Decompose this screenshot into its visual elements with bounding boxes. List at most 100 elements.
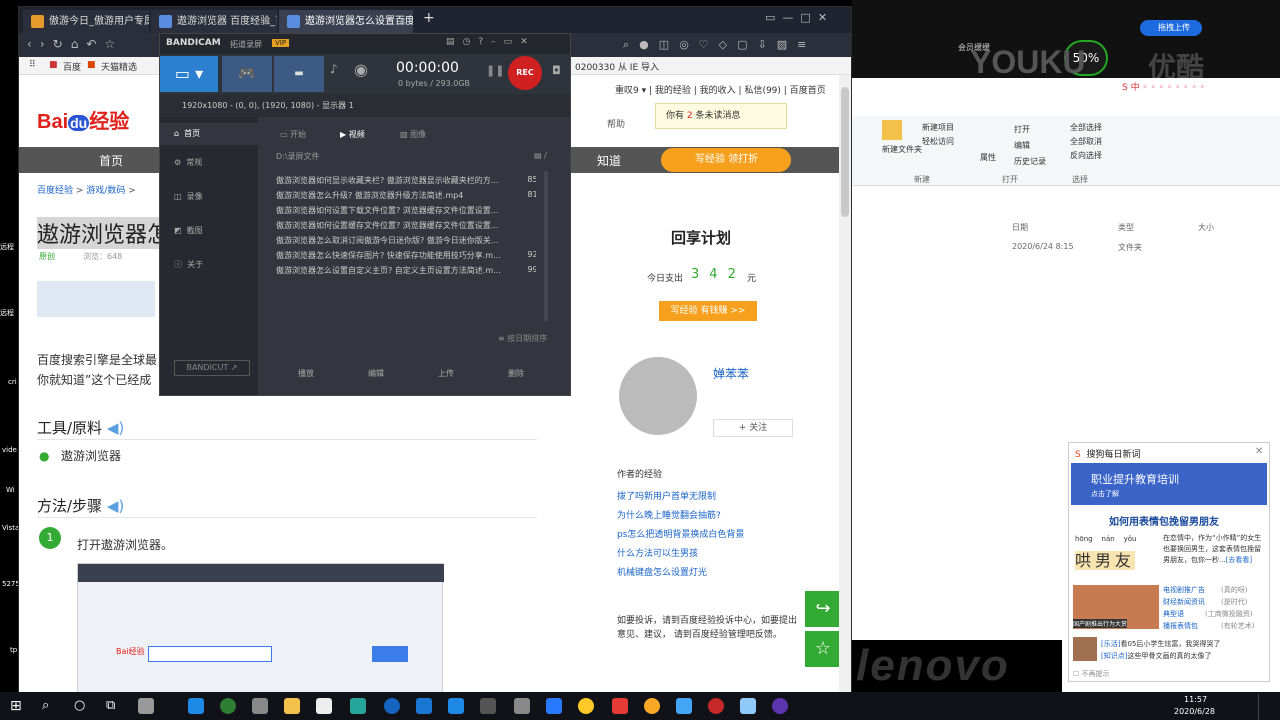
edit-button[interactable]: 编辑 bbox=[368, 368, 384, 379]
properties-button[interactable]: 属性 bbox=[980, 152, 996, 163]
hdmi-mode-icon[interactable]: ▬ bbox=[274, 56, 324, 92]
minimize-icon[interactable]: — bbox=[782, 11, 793, 24]
new-item-button[interactable]: 新建项目 bbox=[922, 122, 954, 133]
search-icon[interactable]: ⌕ bbox=[42, 698, 49, 713]
help-icon[interactable]: ? bbox=[478, 37, 491, 47]
author-name[interactable]: 婵苯苯 bbox=[713, 365, 749, 382]
author-exp-link[interactable]: 拨了吗新用户首单无限制 bbox=[617, 489, 716, 502]
close-icon[interactable]: × bbox=[135, 10, 143, 33]
new-folder-button[interactable]: 新建文件夹 bbox=[882, 144, 922, 155]
screenshot-icon[interactable]: ◫ bbox=[659, 38, 679, 51]
task-view-icon[interactable]: ⧉ bbox=[106, 698, 115, 713]
speaker-icon[interactable]: ◀) bbox=[107, 497, 124, 515]
close-icon[interactable]: ✕ bbox=[1255, 446, 1263, 457]
camera-icon[interactable]: ◘ bbox=[552, 64, 561, 77]
file-row[interactable]: 傲游浏览器如何显示收藏夹栏? 傲游浏览器显示收藏夹栏的方...855.8KB bbox=[276, 175, 536, 190]
open-button[interactable]: 打开 bbox=[1014, 124, 1030, 135]
headline[interactable]: 如何用表情包挽留男朋友 bbox=[1109, 513, 1219, 528]
author-exp-link[interactable]: 什么方法可以生男孩 bbox=[617, 546, 698, 559]
select-all-button[interactable]: 全部选择 bbox=[1070, 122, 1102, 133]
unread-message-tooltip[interactable]: 你有 2 条未读消息 bbox=[655, 103, 787, 129]
tile-icon[interactable]: ▭ bbox=[765, 11, 775, 24]
menu-icon[interactable]: ≡ bbox=[797, 38, 816, 51]
app-icon[interactable] bbox=[220, 698, 236, 714]
desktop-icon-label[interactable]: Wi bbox=[6, 486, 15, 494]
follow-button[interactable]: + 关注 bbox=[713, 419, 793, 437]
apps-icon[interactable]: ⠿ bbox=[29, 60, 36, 70]
earn-money-button[interactable]: 写经验 有钱赚 >> bbox=[659, 301, 757, 321]
maxthon-icon[interactable] bbox=[676, 698, 692, 714]
side-image[interactable]: ◩ 截图 bbox=[160, 225, 203, 236]
news-link[interactable]: 播报表情包 bbox=[1163, 621, 1198, 631]
tab-image[interactable]: ▨ 图像 bbox=[400, 129, 426, 140]
scrollbar-thumb[interactable] bbox=[841, 87, 849, 217]
author-exp-link[interactable]: 机械键盘怎么设置灯光 bbox=[617, 565, 707, 578]
bookmark-ie-import[interactable]: 0200330 从 IE 导入 bbox=[575, 60, 659, 73]
edge-icon[interactable] bbox=[188, 698, 204, 714]
side-video[interactable]: ◫ 录像 bbox=[160, 191, 203, 202]
news-item[interactable]: [知识点]这些甲骨文画的真的太像了 bbox=[1101, 651, 1211, 661]
delete-button[interactable]: 删除 bbox=[508, 368, 524, 379]
nav-zhidao[interactable]: 知道 bbox=[597, 152, 621, 169]
my-experience-link[interactable]: 我的经验 bbox=[655, 86, 691, 96]
folder-icon[interactable]: ▤ bbox=[446, 37, 463, 47]
help-link[interactable]: 帮助 bbox=[607, 117, 625, 130]
favorite-icon[interactable]: ☆ bbox=[805, 631, 839, 667]
clock-date[interactable]: 2020/6/28 bbox=[1174, 707, 1215, 716]
upload-button[interactable]: 拖拽上传 bbox=[1140, 20, 1202, 36]
new-tab-button[interactable]: + bbox=[423, 10, 435, 26]
app-icon[interactable] bbox=[350, 698, 366, 714]
chrome-icon[interactable] bbox=[644, 698, 660, 714]
desktop-icon-label[interactable]: 远程 bbox=[0, 242, 14, 252]
file-row[interactable]: 傲游浏览器如何设置缓存文件位置? 浏览器缓存文件位置设置...1.5MB bbox=[276, 220, 536, 235]
file-row[interactable]: 傲游浏览器怎么取消订阅傲游今日迷你版? 傲游今日迷你版关...1.2MB bbox=[276, 235, 536, 250]
file-row[interactable]: 傲游浏览器怎么升级? 傲游浏览器升级方法简述.mp4816.4KB bbox=[276, 190, 536, 205]
show-desktop-button[interactable] bbox=[1258, 694, 1280, 720]
rec-button[interactable]: REC bbox=[508, 56, 542, 90]
news-link[interactable]: 典型语 bbox=[1163, 609, 1184, 619]
baidu-home-link[interactable]: 百度首页 bbox=[790, 86, 826, 96]
resolution-bar[interactable]: 1920x1080 - (0, 0), (1920, 1080) - 显示器 1 bbox=[160, 94, 570, 117]
collapse-icon[interactable]: ▭ bbox=[504, 37, 521, 47]
select-none-button[interactable]: 全部取消 bbox=[1070, 136, 1102, 147]
screen-mode-icon[interactable]: ▭ ▾ bbox=[160, 56, 218, 92]
file-row[interactable]: 傲游浏览器怎么快速保存图片? 快速保存功能使用技巧分享.m...927.8KB bbox=[276, 250, 536, 265]
crop-icon[interactable]: ▢ bbox=[737, 38, 757, 51]
author-exp-link[interactable]: ps怎么把透明背景换成白色背景 bbox=[617, 527, 744, 540]
speaker-icon[interactable]: ◀) bbox=[107, 419, 124, 437]
side-about[interactable]: ⓘ 关于 bbox=[160, 259, 203, 270]
webcam-icon[interactable]: ◉ bbox=[354, 60, 368, 79]
close-icon[interactable]: ✕ bbox=[520, 37, 536, 47]
desktop-icon-label[interactable]: Vista bbox=[2, 524, 19, 532]
app-icon[interactable] bbox=[578, 698, 594, 714]
my-income-link[interactable]: 我的收入 bbox=[700, 86, 736, 96]
game-mode-icon[interactable]: 🎮 bbox=[222, 56, 272, 92]
column-date[interactable]: 日期 bbox=[1012, 222, 1028, 233]
undo-icon[interactable]: ↶ bbox=[86, 37, 104, 51]
nav-home[interactable]: 首页 bbox=[99, 152, 123, 169]
easy-access-button[interactable]: 轻松访问 bbox=[922, 136, 954, 147]
file-row[interactable]: 傲游浏览器怎么设置自定义主页? 自定义主页设置方法简述.m...991.3KB bbox=[276, 265, 536, 280]
step-screenshot[interactable]: Bai经验 bbox=[77, 563, 444, 693]
no-remind-checkbox[interactable]: ☐ 不再提示 bbox=[1073, 669, 1110, 679]
bookmark-tmall[interactable]: 天猫精选 bbox=[101, 60, 137, 73]
qq-icon[interactable] bbox=[316, 698, 332, 714]
thumbnail-strip[interactable] bbox=[37, 281, 155, 317]
bookmark-baidu[interactable]: 百度 bbox=[63, 60, 81, 73]
app-icon[interactable] bbox=[546, 698, 562, 714]
column-size[interactable]: 大小 bbox=[1198, 222, 1214, 233]
home-icon[interactable]: ⌂ bbox=[71, 37, 87, 51]
tab-baidu-jingyan[interactable]: 遨游浏览器 百度经验_百度× bbox=[151, 10, 277, 33]
image-icon[interactable]: ▨ bbox=[777, 38, 797, 51]
write-experience-button[interactable]: 写经验 领打折 bbox=[661, 148, 791, 172]
upload-button[interactable]: 上传 bbox=[438, 368, 454, 379]
author-exp-link[interactable]: 为什么晚上睡觉翻会抽筋? bbox=[617, 508, 721, 521]
app-icon[interactable] bbox=[416, 698, 432, 714]
tab-video[interactable]: ▶ 视频 bbox=[340, 129, 365, 140]
sort-by-date[interactable]: ≡ 按日期排序 bbox=[498, 333, 547, 344]
pause-icon[interactable]: ❚❚ bbox=[486, 64, 504, 77]
notification-icon[interactable]: ● bbox=[639, 38, 659, 51]
minimize-icon[interactable]: – bbox=[491, 37, 504, 47]
maximize-icon[interactable]: □ bbox=[800, 11, 810, 24]
desktop-icon-label[interactable]: 远程 bbox=[0, 308, 14, 318]
